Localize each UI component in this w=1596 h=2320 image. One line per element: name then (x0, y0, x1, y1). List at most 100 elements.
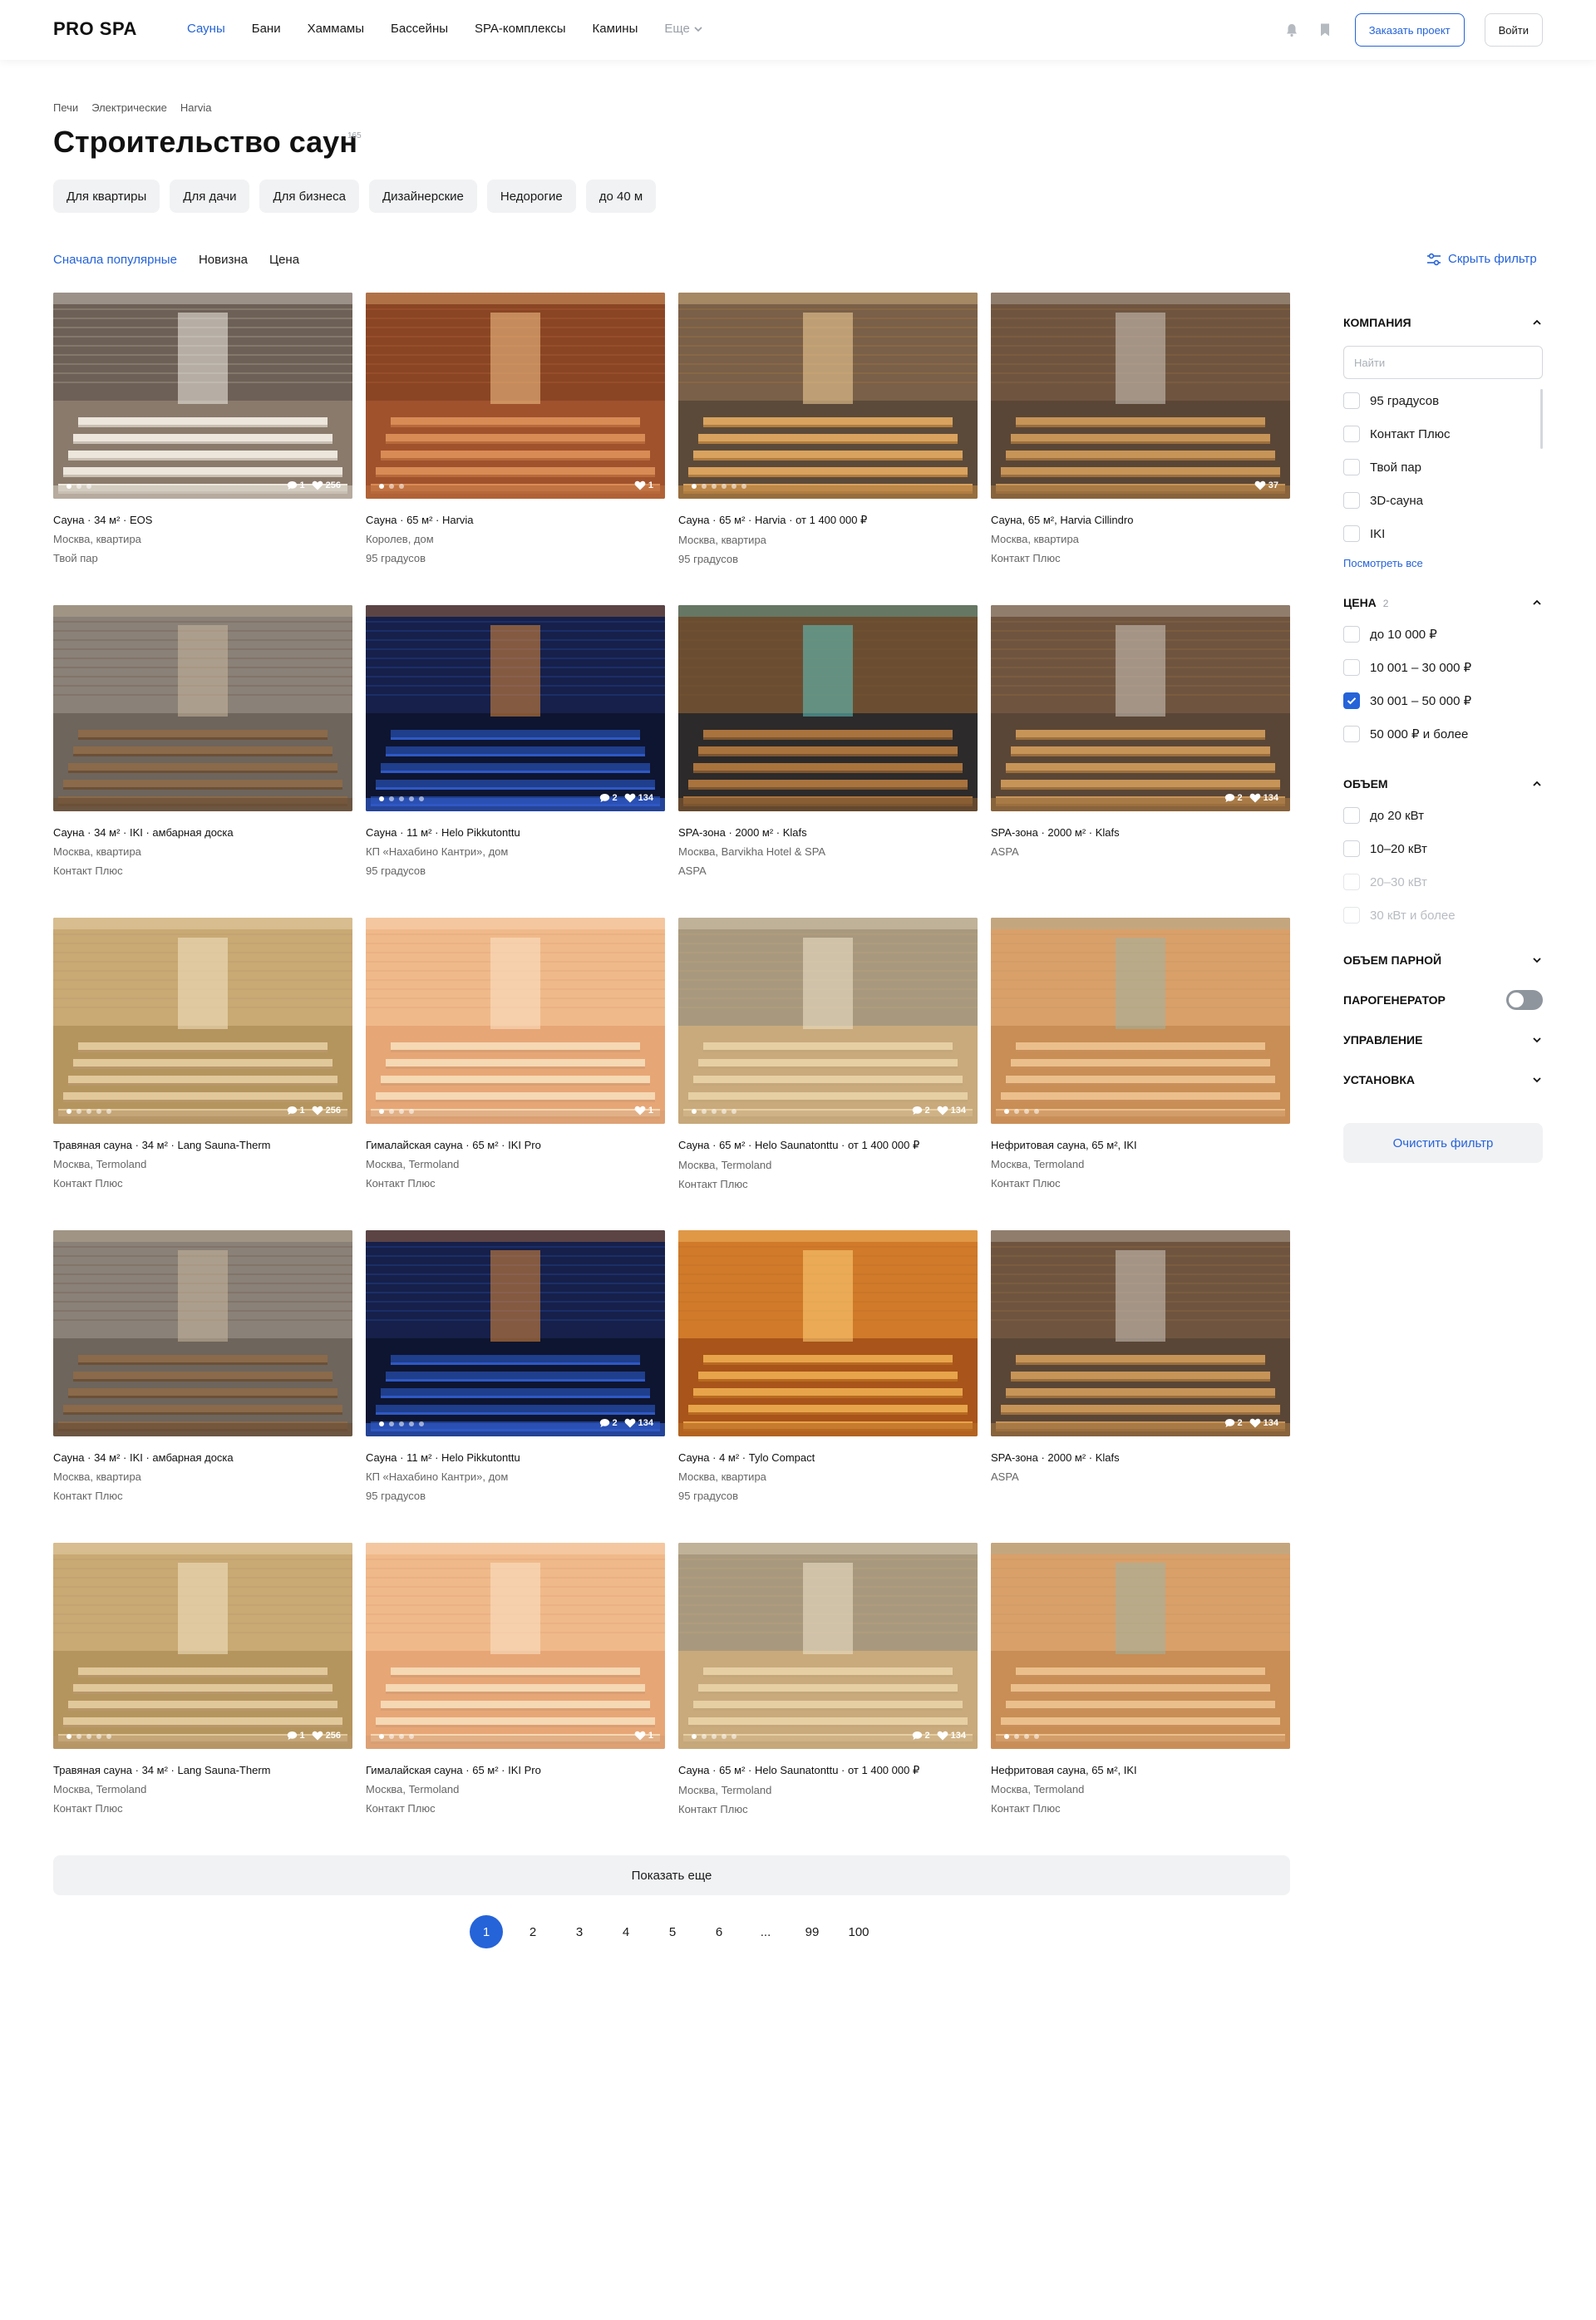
card-title[interactable]: Гималайская сауна · 65 м² · IKI Pro (366, 1139, 665, 1151)
likes-stat[interactable]: 1 (634, 1731, 653, 1741)
carousel-dot[interactable] (379, 484, 384, 489)
chip-cheap[interactable]: Недорогие (486, 180, 576, 213)
filter-steam-volume-header[interactable]: ОБЪЕМ ПАРНОЙ (1343, 950, 1543, 970)
card-title[interactable]: Сауна · 65 м² · Helo Saunatonttu · от 1 … (678, 1764, 978, 1777)
carousel-dot[interactable] (1024, 1734, 1029, 1739)
breadcrumb-item[interactable]: Печи (53, 101, 78, 114)
carousel-dot[interactable] (106, 1109, 111, 1114)
chip-business[interactable]: Для бизнеса (259, 180, 359, 213)
likes-stat[interactable]: 134 (1249, 1418, 1278, 1428)
price-option[interactable]: 30 001 – 50 000 ₽ (1343, 684, 1543, 717)
likes-stat[interactable]: 256 (312, 480, 341, 490)
card-image[interactable]: 1 (366, 293, 665, 499)
card-title[interactable]: Сауна · 65 м² · Harvia (366, 514, 665, 526)
project-card[interactable]: 2 134 SPA-зона · 2000 м² · Klafs ASPA (991, 605, 1290, 918)
project-card[interactable]: Нефритовая сауна, 65 м², IKI Москва, Ter… (991, 918, 1290, 1230)
price-option[interactable]: 10 001 – 30 000 ₽ (1343, 651, 1543, 684)
likes-stat[interactable]: 1 (634, 480, 653, 490)
filter-control-header[interactable]: УПРАВЛЕНИЕ (1343, 1030, 1543, 1050)
carousel-dot[interactable] (399, 1734, 404, 1739)
carousel-dot[interactable] (712, 484, 717, 489)
card-title[interactable]: Сауна · 4 м² · Tylo Compact (678, 1451, 978, 1464)
carousel-dot[interactable] (389, 1421, 394, 1426)
carousel-dot[interactable] (1004, 1734, 1009, 1739)
likes-stat[interactable]: 256 (312, 1106, 341, 1116)
card-company[interactable]: Контакт Плюс (991, 1177, 1290, 1190)
nav-saunas[interactable]: Сауны (187, 22, 225, 36)
card-image[interactable]: 37 (991, 293, 1290, 499)
steam-generator-toggle[interactable] (1506, 990, 1543, 1010)
company-option[interactable]: Контакт Плюс (1343, 417, 1543, 451)
sort-popular[interactable]: Сначала популярные (53, 253, 177, 267)
page-5[interactable]: 5 (656, 1915, 689, 1948)
card-company[interactable]: 95 градусов (366, 864, 665, 877)
project-card[interactable]: 1 Сауна · 65 м² · Harvia Королев, дом 95… (366, 293, 665, 605)
carousel-dot[interactable] (702, 1734, 707, 1739)
company-option[interactable]: IKI (1343, 517, 1543, 550)
filter-install-header[interactable]: УСТАНОВКА (1343, 1070, 1543, 1090)
card-title[interactable]: Травяная сауна · 34 м² · Lang Sauna-Ther… (53, 1764, 352, 1776)
card-image[interactable]: 2 134 (678, 1543, 978, 1749)
sort-new[interactable]: Новизна (199, 253, 248, 267)
hide-filter-button[interactable]: Скрыть фильтр (1426, 252, 1537, 266)
likes-stat[interactable]: 134 (937, 1106, 966, 1116)
card-company[interactable]: ASPA (678, 864, 978, 877)
carousel-dot[interactable] (692, 1109, 697, 1114)
project-card[interactable]: Сауна · 34 м² · IKI · амбарная доска Мос… (53, 605, 352, 918)
checkbox[interactable] (1343, 726, 1360, 742)
checkbox-checked[interactable] (1343, 692, 1360, 709)
carousel-dot[interactable] (399, 1109, 404, 1114)
carousel-dot[interactable] (66, 484, 71, 489)
price-option[interactable]: 50 000 ₽ и более (1343, 717, 1543, 751)
filter-company-header[interactable]: КОМПАНИЯ (1343, 313, 1543, 332)
clear-filter-button[interactable]: Очистить фильтр (1343, 1123, 1543, 1163)
carousel-dot[interactable] (389, 484, 394, 489)
carousel-dot[interactable] (379, 1421, 384, 1426)
card-image[interactable] (53, 605, 352, 811)
carousel-dot[interactable] (96, 1734, 101, 1739)
project-card[interactable]: 2 134 Сауна · 11 м² · Helo Pikkutonttu КП… (366, 1230, 665, 1543)
carousel-dot[interactable] (66, 1109, 71, 1114)
card-company[interactable]: 95 градусов (678, 553, 978, 565)
checkbox[interactable] (1343, 840, 1360, 857)
card-image[interactable] (53, 1230, 352, 1436)
page-2[interactable]: 2 (516, 1915, 549, 1948)
checkbox[interactable] (1343, 392, 1360, 409)
carousel-dot[interactable] (732, 1109, 736, 1114)
nav-hammams[interactable]: Хаммамы (308, 22, 364, 36)
card-title[interactable]: Сауна, 65 м², Harvia Cillindro (991, 514, 1290, 526)
carousel-dot[interactable] (399, 1421, 404, 1426)
breadcrumb-item[interactable]: Harvia (180, 101, 212, 114)
carousel-dot[interactable] (76, 1734, 81, 1739)
card-image[interactable] (991, 918, 1290, 1124)
likes-stat[interactable]: 37 (1254, 480, 1278, 490)
card-image[interactable]: 1 256 (53, 918, 352, 1124)
show-more-button[interactable]: Показать еще (53, 1855, 1290, 1895)
carousel-dot[interactable] (722, 484, 727, 489)
bell-icon[interactable] (1275, 13, 1308, 47)
carousel-dot[interactable] (692, 1734, 697, 1739)
page-4[interactable]: 4 (609, 1915, 643, 1948)
page-99[interactable]: 99 (796, 1915, 829, 1948)
project-card[interactable]: Сауна · 4 м² · Tylo Compact Москва, квар… (678, 1230, 978, 1543)
carousel-dot[interactable] (722, 1109, 727, 1114)
card-title[interactable]: Сауна · 34 м² · IKI · амбарная доска (53, 826, 352, 839)
carousel-dot[interactable] (389, 1734, 394, 1739)
carousel-dot[interactable] (106, 1734, 111, 1739)
logo[interactable]: PRO SPA (53, 18, 137, 40)
page-6[interactable]: 6 (702, 1915, 736, 1948)
likes-stat[interactable]: 134 (624, 793, 653, 803)
carousel-dot[interactable] (389, 1109, 394, 1114)
card-image[interactable] (678, 605, 978, 811)
carousel-dot[interactable] (1034, 1734, 1039, 1739)
card-image[interactable]: 1 256 (53, 1543, 352, 1749)
card-title[interactable]: Сауна · 34 м² · IKI · амбарная доска (53, 1451, 352, 1464)
carousel-dot[interactable] (389, 796, 394, 801)
card-title[interactable]: Сауна · 65 м² · Helo Saunatonttu · от 1 … (678, 1139, 978, 1152)
carousel-dot[interactable] (379, 1734, 384, 1739)
project-card[interactable]: 1 256 Травяная сауна · 34 м² · Lang Sauna… (53, 918, 352, 1230)
project-card[interactable]: Нефритовая сауна, 65 м², IKI Москва, Ter… (991, 1543, 1290, 1855)
card-company[interactable]: Контакт Плюс (53, 1177, 352, 1190)
carousel-dot[interactable] (1024, 1109, 1029, 1114)
card-image[interactable] (678, 1230, 978, 1436)
